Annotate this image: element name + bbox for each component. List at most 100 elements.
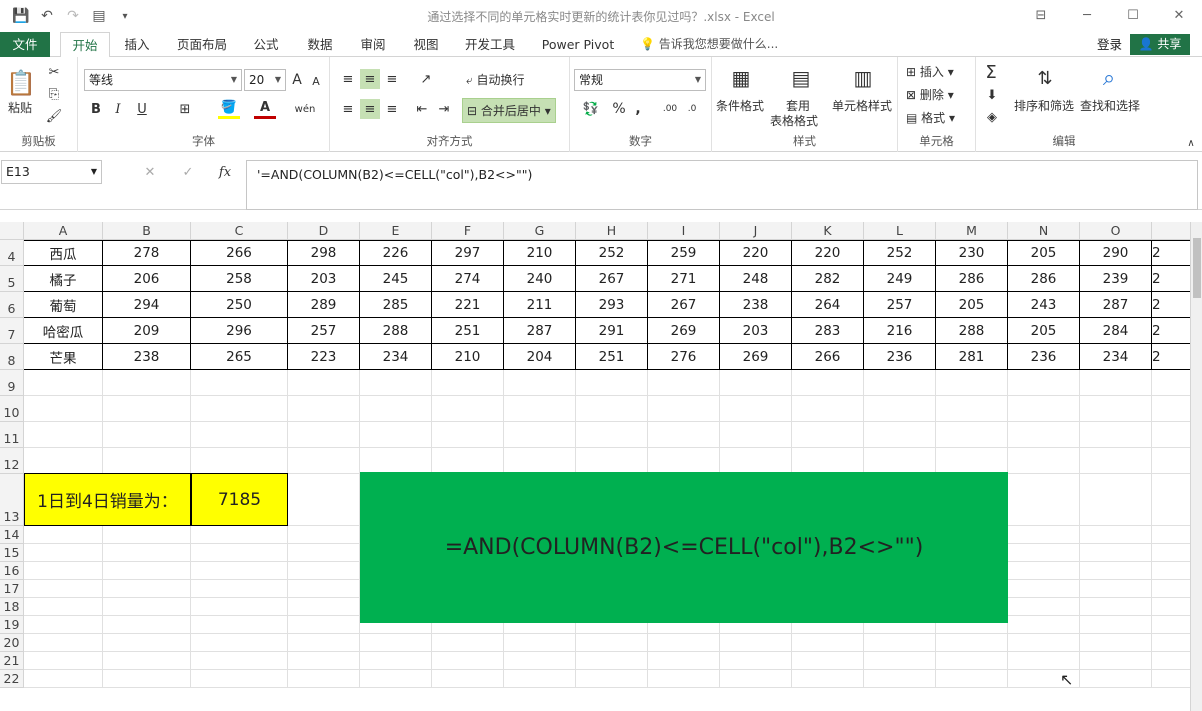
empty-cell[interactable]: [288, 580, 360, 598]
formula-input[interactable]: '=AND(COLUMN(B2)<=CELL("col"),B2<>""): [246, 160, 1198, 210]
decrease-decimal-icon[interactable]: .0: [682, 99, 702, 119]
empty-cell[interactable]: [1152, 634, 1190, 652]
table-cell[interactable]: 250: [191, 292, 288, 318]
empty-cell[interactable]: [24, 634, 103, 652]
empty-cell[interactable]: [103, 422, 191, 448]
tab-view[interactable]: 视图: [406, 32, 446, 57]
table-cell[interactable]: 2: [1152, 292, 1190, 318]
empty-cell[interactable]: [191, 562, 288, 580]
column-header-F[interactable]: F: [432, 222, 504, 240]
row-header[interactable]: 11: [0, 422, 24, 448]
comma-button[interactable]: ,: [630, 99, 646, 119]
column-header-B[interactable]: B: [103, 222, 191, 240]
align-middle-icon[interactable]: ≡: [360, 69, 380, 89]
empty-cell[interactable]: [864, 422, 936, 448]
empty-cell[interactable]: [103, 370, 191, 396]
empty-cell[interactable]: [1152, 448, 1190, 474]
table-cell[interactable]: 257: [864, 292, 936, 318]
empty-cell[interactable]: [191, 616, 288, 634]
table-cell[interactable]: 267: [648, 292, 720, 318]
align-center-icon[interactable]: ≡: [360, 99, 380, 119]
empty-cell[interactable]: [1152, 526, 1190, 544]
empty-cell[interactable]: [864, 448, 936, 474]
empty-cell[interactable]: [576, 652, 648, 670]
empty-cell[interactable]: [576, 634, 648, 652]
empty-cell[interactable]: [1008, 370, 1080, 396]
table-cell[interactable]: 209: [103, 318, 191, 344]
empty-cell[interactable]: [792, 670, 864, 688]
table-cell[interactable]: 2: [1152, 318, 1190, 344]
row-header[interactable]: 9: [0, 370, 24, 396]
empty-cell[interactable]: [1080, 616, 1152, 634]
table-cell[interactable]: 264: [792, 292, 864, 318]
empty-cell[interactable]: [191, 526, 288, 544]
row-header[interactable]: 17: [0, 580, 24, 598]
empty-cell[interactable]: [103, 448, 191, 474]
empty-cell[interactable]: [191, 370, 288, 396]
empty-cell[interactable]: [1080, 396, 1152, 422]
tab-review[interactable]: 审阅: [353, 32, 393, 57]
empty-cell[interactable]: [103, 580, 191, 598]
align-right-icon[interactable]: ≡: [382, 99, 402, 119]
empty-cell[interactable]: [864, 396, 936, 422]
empty-cell[interactable]: [792, 448, 864, 474]
empty-cell[interactable]: [1080, 448, 1152, 474]
empty-cell[interactable]: [576, 370, 648, 396]
table-cell[interactable]: 282: [792, 266, 864, 292]
column-header-I[interactable]: I: [648, 222, 720, 240]
name-box[interactable]: E13 ▼: [1, 160, 102, 184]
tab-file[interactable]: 文件: [0, 32, 50, 57]
table-cell[interactable]: 223: [288, 344, 360, 370]
empty-cell[interactable]: [720, 670, 792, 688]
empty-cell[interactable]: [288, 422, 360, 448]
table-cell[interactable]: 238: [103, 344, 191, 370]
table-cell[interactable]: 203: [720, 318, 792, 344]
row-header[interactable]: 5: [0, 266, 24, 292]
table-cell[interactable]: 259: [648, 240, 720, 266]
summary-label-cell[interactable]: 1日到4日销量为：: [24, 473, 191, 526]
empty-cell[interactable]: [720, 396, 792, 422]
empty-cell[interactable]: [288, 396, 360, 422]
empty-cell[interactable]: [288, 562, 360, 580]
row-header[interactable]: 21: [0, 652, 24, 670]
table-cell[interactable]: 205: [1008, 240, 1080, 266]
empty-cell[interactable]: [288, 474, 360, 526]
empty-cell[interactable]: [103, 616, 191, 634]
table-cell[interactable]: 287: [1080, 292, 1152, 318]
empty-cell[interactable]: [432, 670, 504, 688]
empty-cell[interactable]: [360, 634, 432, 652]
column-header-J[interactable]: J: [720, 222, 792, 240]
empty-cell[interactable]: [1152, 652, 1190, 670]
empty-cell[interactable]: [936, 652, 1008, 670]
empty-cell[interactable]: [103, 634, 191, 652]
font-color-icon[interactable]: A: [254, 99, 276, 119]
table-cell[interactable]: 210: [504, 240, 576, 266]
empty-cell[interactable]: [24, 544, 103, 562]
align-left-icon[interactable]: ≡: [338, 99, 358, 119]
column-header-partial[interactable]: [1152, 222, 1190, 240]
empty-cell[interactable]: [24, 370, 103, 396]
sort-filter-button[interactable]: 排序和筛选: [1014, 97, 1074, 114]
empty-cell[interactable]: [1008, 580, 1080, 598]
empty-cell[interactable]: [504, 670, 576, 688]
empty-cell[interactable]: [191, 396, 288, 422]
table-cell[interactable]: 芒果: [24, 344, 103, 370]
table-cell[interactable]: 265: [191, 344, 288, 370]
tab-data[interactable]: 数据: [300, 32, 340, 57]
table-cell[interactable]: 205: [1008, 318, 1080, 344]
empty-cell[interactable]: [792, 652, 864, 670]
empty-cell[interactable]: [24, 422, 103, 448]
empty-cell[interactable]: [504, 652, 576, 670]
table-cell[interactable]: 258: [191, 266, 288, 292]
table-format-line2[interactable]: 表格格式: [770, 112, 818, 129]
share-button[interactable]: 👤 共享: [1130, 34, 1190, 55]
empty-cell[interactable]: [1008, 526, 1080, 544]
table-cell[interactable]: 290: [1080, 240, 1152, 266]
empty-cell[interactable]: [792, 396, 864, 422]
paste-icon[interactable]: 📋: [6, 65, 36, 101]
login-link[interactable]: 登录: [1097, 32, 1122, 57]
insert-function-icon[interactable]: fx: [214, 162, 236, 182]
empty-cell[interactable]: [648, 396, 720, 422]
formula-shape-box[interactable]: =AND(COLUMN(B2)<=CELL("col"),B2<>""): [360, 472, 1008, 623]
bold-button[interactable]: B: [86, 99, 106, 119]
